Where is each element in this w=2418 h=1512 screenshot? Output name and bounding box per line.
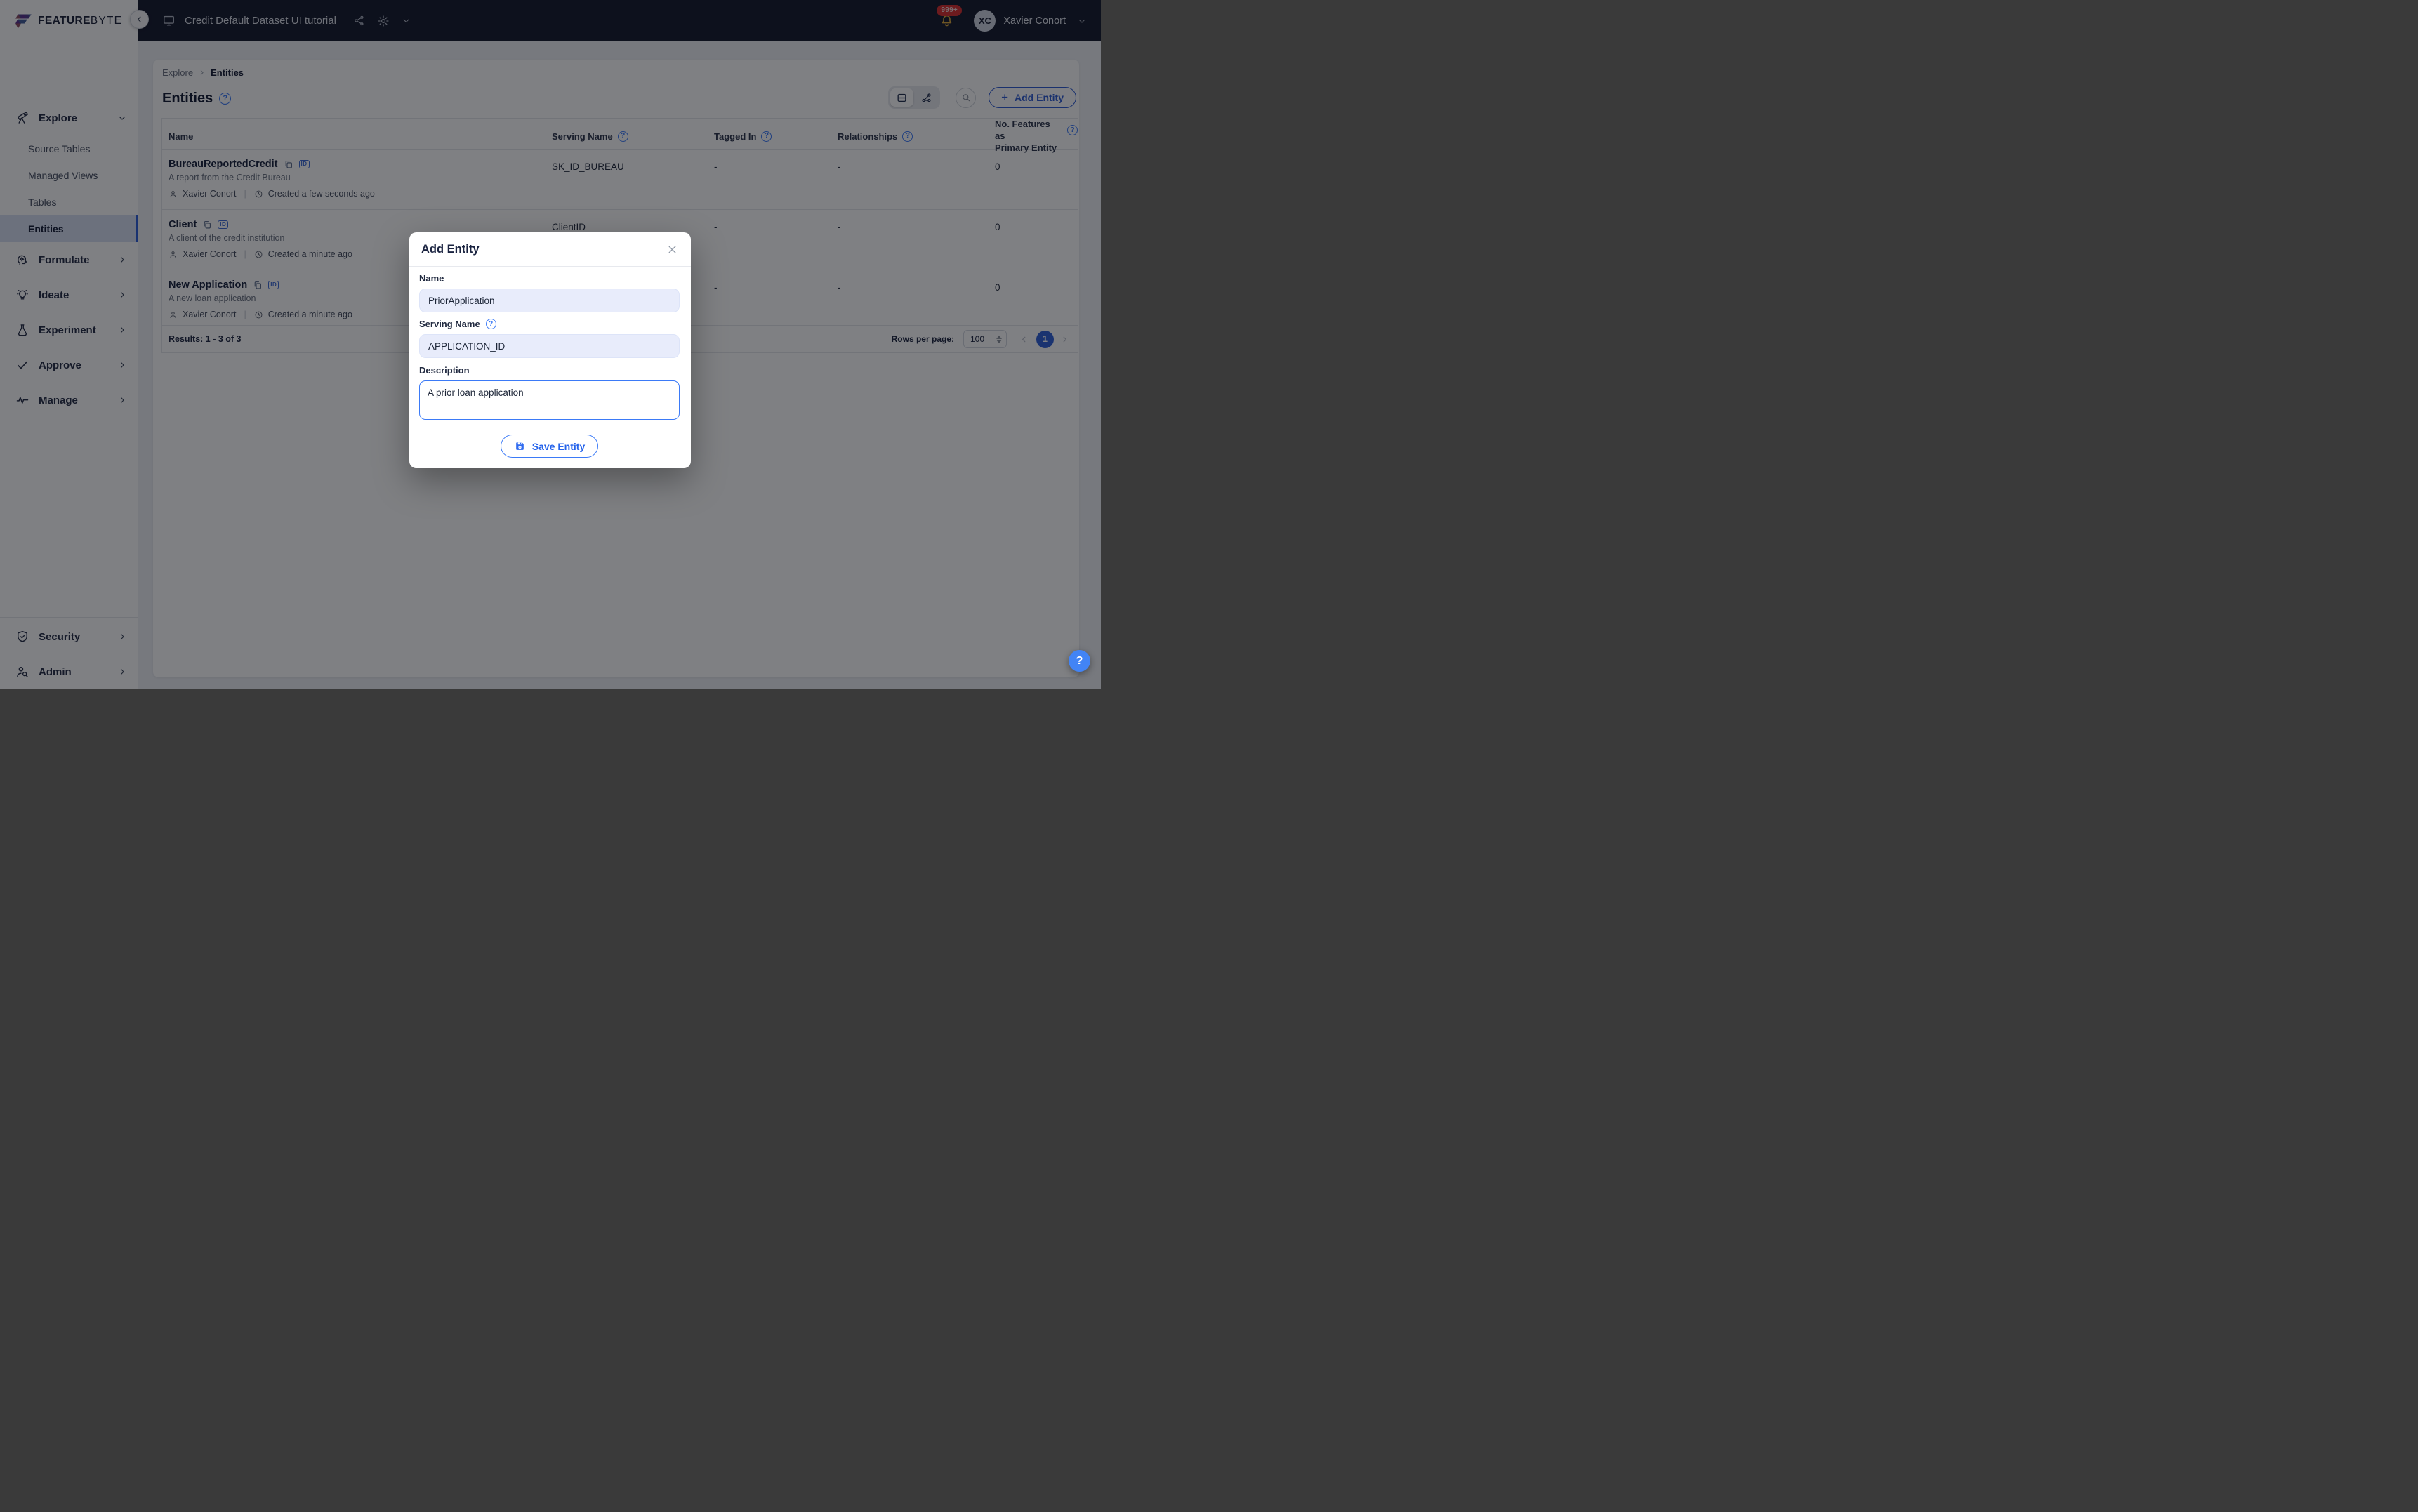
serving-name-field-label: Serving Name (419, 319, 480, 329)
app-root: Credit Default Dataset UI tutorial 999+ … (0, 0, 1101, 689)
close-icon (667, 244, 678, 255)
help-floating-button[interactable]: ? (1069, 650, 1090, 672)
serving-name-input[interactable] (419, 334, 680, 358)
name-field-label: Name (419, 273, 680, 284)
entity-name-input[interactable] (419, 289, 680, 312)
description-textarea[interactable]: A prior loan application (419, 380, 680, 420)
serving-name-field-help-icon[interactable]: ? (486, 319, 496, 329)
modal-title: Add Entity (421, 243, 480, 256)
save-disk-icon (514, 440, 526, 452)
description-field-label: Description (419, 365, 680, 376)
add-entity-modal: Add Entity Name Serving Name ? Descripti… (409, 232, 691, 468)
save-entity-button[interactable]: Save Entity (501, 435, 598, 458)
modal-close-button[interactable] (666, 243, 679, 256)
